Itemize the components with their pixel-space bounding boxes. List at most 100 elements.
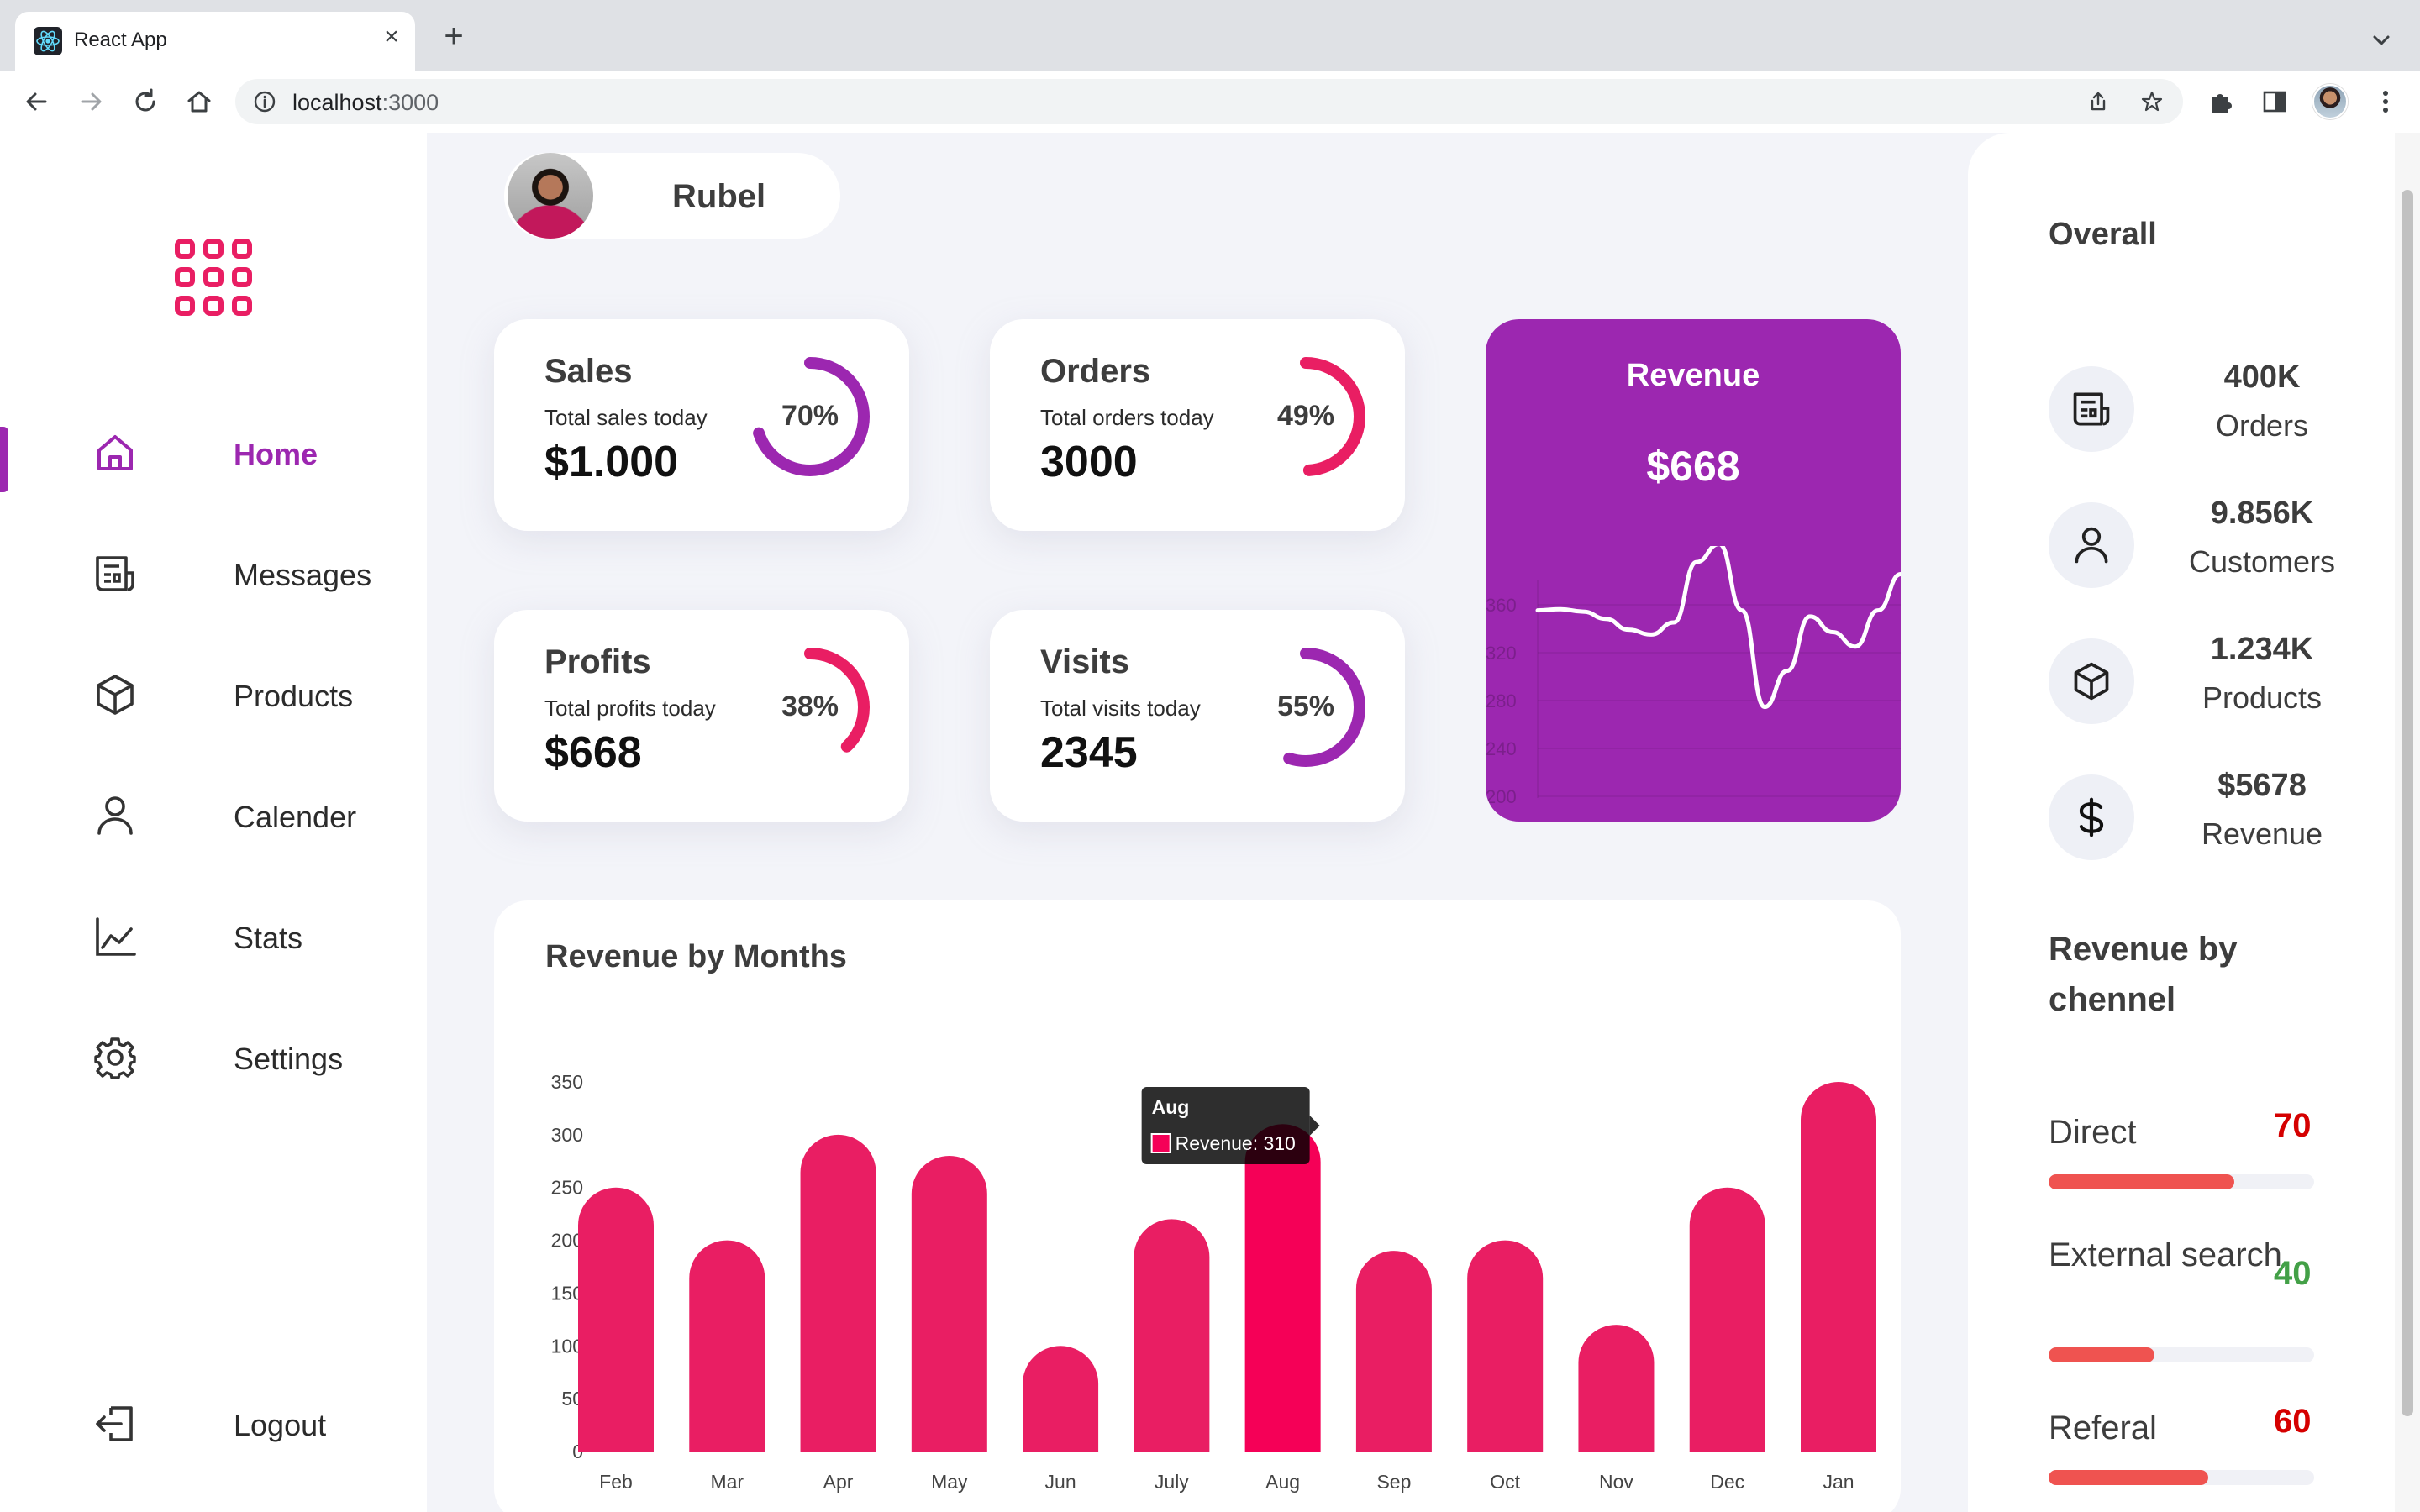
x-tick-label: Sep [1376, 1471, 1411, 1493]
card-percent: 38% [781, 690, 839, 722]
stat-revenue: $5678 Revenue [1968, 751, 2395, 869]
messages-icon [92, 551, 138, 596]
channel-value: 70 [2274, 1107, 2312, 1144]
channel-value: 40 [2274, 1255, 2312, 1292]
channel-direct: Direct 70 [2049, 1107, 2317, 1189]
revenue-bar-chart[interactable]: 050100150200250300350Feb Mar Apr May Jun July… [494, 900, 1901, 1512]
tooltip-caret [1309, 1116, 1320, 1136]
share-icon[interactable] [2086, 89, 2111, 114]
x-tick-label: Nov [1599, 1471, 1634, 1493]
address-bar[interactable]: localhost:3000 [235, 79, 2183, 124]
extensions-puzzle-icon[interactable] [2205, 86, 2237, 118]
url-host: localhost [292, 90, 382, 115]
card-subtitle: Total profits today [544, 696, 716, 721]
chart-line-icon [92, 914, 138, 959]
app-grid-logo-icon[interactable] [173, 237, 254, 318]
scrollbar[interactable] [2395, 133, 2420, 1512]
card-subtitle: Total visits today [1040, 696, 1201, 721]
star-icon[interactable] [2139, 89, 2165, 114]
stat-value: 400K [2223, 360, 2301, 395]
visits-card[interactable]: Visits Total visits today 2345 55% [990, 610, 1405, 822]
kebab-menu-icon[interactable] [2370, 86, 2402, 118]
card-title: Orders [1040, 353, 1151, 390]
user-profile-pill[interactable]: Rubel [504, 153, 840, 239]
sales-card[interactable]: Sales Total sales today $1.000 70% [494, 319, 909, 531]
card-title: Visits [1040, 643, 1129, 680]
close-tab-icon[interactable]: × [376, 22, 407, 52]
x-tick-label: Apr [823, 1471, 854, 1493]
browser-chrome: React App × + localhost:3000 [0, 0, 2420, 133]
bar-may[interactable] [911, 1156, 987, 1452]
channel-value: 60 [2274, 1403, 2312, 1440]
sidebar-item-messages[interactable]: Messages [0, 531, 427, 615]
profits-card[interactable]: Profits Total profits today $668 38% [494, 610, 909, 822]
revenue-card[interactable]: Revenue $668 360 320 280 240 200 [1486, 319, 1901, 822]
back-arrow-icon[interactable] [18, 84, 54, 119]
sidebar-item-calender[interactable]: Calender [0, 773, 427, 857]
sidebar-item-products[interactable]: Products [0, 652, 427, 736]
react-favicon-icon [34, 27, 62, 55]
messages-icon [2049, 366, 2134, 452]
forward-arrow-icon[interactable] [74, 84, 109, 119]
channel-progress-fill [2049, 1174, 2235, 1189]
bar-oct[interactable] [1467, 1240, 1544, 1452]
channel-progress-fill [2049, 1347, 2155, 1362]
overall-panel: Overall 400K Orders 9.856K Customers 1.2… [1968, 133, 2395, 1512]
browser-profile-avatar[interactable] [2312, 84, 2348, 119]
chevron-down-icon[interactable] [2366, 25, 2396, 55]
sidebar-item-label: Settings [234, 1042, 344, 1076]
stat-value: $5678 [2217, 768, 2307, 803]
spark-tick-label: 320 [1486, 643, 1517, 664]
spark-tick-label: 200 [1486, 786, 1517, 807]
orders-card[interactable]: Orders Total orders today 3000 49% [990, 319, 1405, 531]
bar-mar[interactable] [689, 1240, 765, 1452]
x-tick-label: Jan [1823, 1471, 1854, 1493]
stat-label: Customers [2188, 544, 2336, 579]
bar-nov[interactable] [1578, 1325, 1655, 1452]
bar-jan[interactable] [1801, 1082, 1876, 1452]
bar-july[interactable] [1134, 1219, 1210, 1452]
sidebar-item-settings[interactable]: Settings [0, 1015, 427, 1099]
logout-icon [92, 1401, 138, 1446]
sidebar-item-label: Messages [234, 558, 372, 592]
bar-aug[interactable] [1244, 1124, 1321, 1452]
sidebar-item-home[interactable]: Home [0, 410, 427, 494]
bar-feb[interactable] [578, 1187, 654, 1452]
tooltip-label: Revenue: 310 [1176, 1132, 1296, 1154]
channel-referal: Referal 60 [2049, 1403, 2317, 1485]
home-browser-icon[interactable] [182, 84, 217, 119]
box-icon [92, 672, 138, 717]
y-tick-label: 250 [551, 1177, 583, 1199]
side-panel-icon[interactable] [2259, 86, 2291, 118]
channel-title: Revenue by chennel [2049, 931, 2238, 1018]
overall-title: Overall [2049, 217, 2157, 252]
user-icon [2049, 502, 2134, 588]
y-tick-label: 300 [551, 1124, 583, 1146]
x-tick-label: Feb [599, 1471, 633, 1493]
tooltip-swatch [1150, 1133, 1171, 1153]
stat-value: 9.856K [2210, 496, 2314, 531]
url-text: localhost:3000 [292, 90, 439, 116]
spark-tick-label: 240 [1486, 738, 1517, 759]
channel-progress-fill [2049, 1470, 2208, 1485]
sidebar-item-stats[interactable]: Stats [0, 894, 427, 978]
sidebar-item-label: Calender [234, 800, 357, 834]
browser-tab[interactable]: React App × [15, 12, 415, 71]
new-tab-button[interactable]: + [437, 19, 471, 54]
stat-customers: 9.856K Customers [1968, 479, 2395, 596]
bar-sep[interactable] [1355, 1251, 1432, 1452]
dollar-icon [2049, 774, 2134, 860]
bar-dec[interactable] [1689, 1187, 1765, 1452]
bar-jun[interactable] [1023, 1346, 1099, 1452]
bar-apr[interactable] [800, 1134, 876, 1452]
reload-icon[interactable] [128, 84, 163, 119]
spark-tick-label: 360 [1486, 595, 1517, 616]
logout-label: Logout [234, 1408, 327, 1442]
channel-progress-track [2049, 1174, 2314, 1189]
stat-label: Products [2202, 680, 2323, 715]
scrollbar-thumb[interactable] [2402, 190, 2413, 1416]
info-icon[interactable] [252, 89, 277, 114]
logout-button[interactable]: Logout [0, 1381, 427, 1465]
sidebar: Home Messages Products Calender Stats Se… [0, 133, 427, 1512]
card-value: $668 [544, 728, 642, 777]
